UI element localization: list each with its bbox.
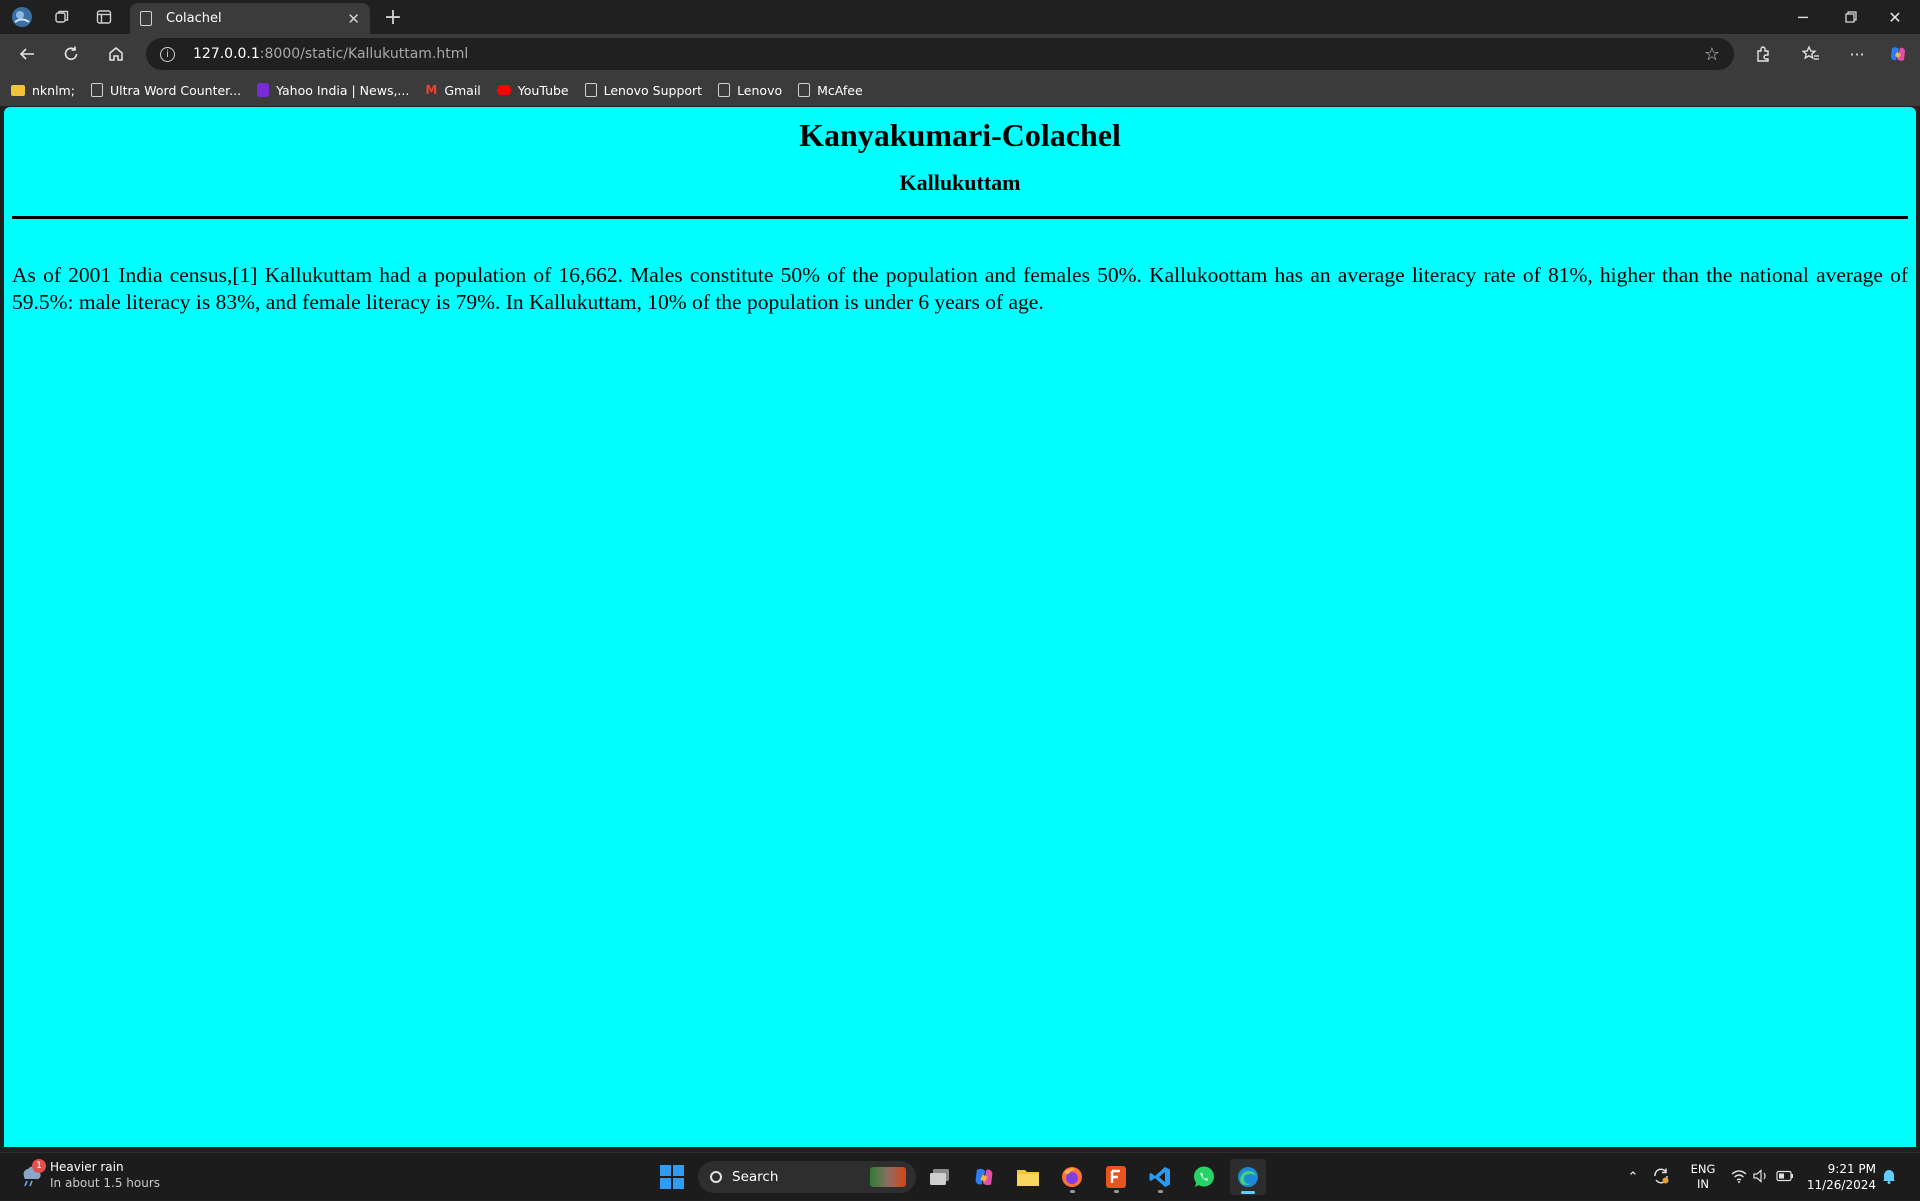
volume-icon[interactable] [1750, 1168, 1772, 1186]
browser-titlebar: Colachel ✕ + ─ ✕ [0, 0, 1920, 34]
search-icon [710, 1171, 722, 1183]
bookmark-yahoo[interactable]: Yahoo India | News,... [257, 83, 409, 98]
copilot-taskbar-icon[interactable] [966, 1159, 1002, 1195]
bookmark-label: Gmail [444, 82, 481, 98]
clock-date: 11/26/2024 [1806, 1178, 1876, 1192]
whatsapp-icon[interactable] [1186, 1159, 1222, 1195]
copilot-icon[interactable] [1883, 40, 1913, 68]
profile-avatar-icon[interactable] [10, 5, 34, 29]
bookmark-mcafee[interactable]: McAfee [798, 83, 863, 98]
favorites-icon[interactable] [1796, 40, 1826, 68]
weather-alert-badge: 1 [32, 1159, 46, 1173]
horizontal-rule [12, 216, 1908, 219]
vertical-tabs-icon[interactable] [92, 5, 116, 29]
page-icon [798, 83, 811, 97]
youtube-icon [496, 85, 511, 95]
weather-title: Heavier rain [50, 1160, 124, 1174]
new-tab-button[interactable]: + [380, 4, 406, 30]
favorite-star-icon[interactable]: ☆ [1704, 44, 1720, 65]
vscode-icon[interactable] [1142, 1159, 1178, 1195]
task-view-button[interactable] [922, 1159, 958, 1195]
bookmark-lenovo[interactable]: Lenovo [718, 83, 782, 98]
workspaces-icon[interactable] [50, 5, 74, 29]
bookmark-label: nknlm; [32, 82, 75, 98]
open-indicator [1069, 1190, 1075, 1193]
census-paragraph: As of 2001 India census,[1] Kallukuttam … [12, 263, 1908, 314]
bookmark-youtube[interactable]: YouTube [496, 82, 569, 98]
weather-widget[interactable]: 1 Heavier rain In about 1.5 hours [18, 1159, 160, 1191]
bookmark-label: Ultra Word Counter... [109, 82, 242, 98]
page-title: Kanyakumari-Colachel [799, 117, 1121, 153]
page-viewport: Kanyakumari-Colachel Kallukuttam As of 2… [4, 107, 1916, 1147]
windows-taskbar: 1 Heavier rain In about 1.5 hours Search [0, 1152, 1920, 1200]
bookmark-gmail[interactable]: M Gmail [425, 83, 480, 98]
start-button[interactable] [654, 1159, 690, 1195]
yahoo-icon [257, 83, 270, 97]
open-indicator [1113, 1190, 1119, 1193]
close-window-button[interactable]: ✕ [1872, 0, 1918, 34]
filezilla-icon[interactable] [1098, 1159, 1134, 1195]
url-path: :8000/static/Kallukuttam.html [259, 46, 469, 62]
bookmark-label: Yahoo India | News,... [276, 82, 410, 98]
restore-button[interactable] [1828, 0, 1874, 34]
input-language-indicator[interactable]: ENG IN [1678, 1162, 1728, 1192]
browser-toolbar: i 127.0.0.1:8000/static/Kallukuttam.html… [0, 34, 1920, 74]
weather-detail: In about 1.5 hours [50, 1176, 161, 1190]
page-icon [140, 11, 152, 26]
bookmark-label: McAfee [817, 82, 863, 98]
language-code: ENG [1690, 1162, 1716, 1176]
page-subtitle: Kallukuttam [899, 170, 1021, 195]
bookmark-ultra-word-counter[interactable]: Ultra Word Counter... [90, 82, 242, 98]
system-tray: ⌃ ENG IN 9:21 PM 11/26/2024 [1622, 1153, 1902, 1201]
reload-button[interactable] [56, 40, 86, 68]
bookmark-lenovo-support[interactable]: Lenovo Support [584, 82, 703, 98]
sync-icon[interactable] [1644, 1167, 1678, 1188]
bookmark-label: Lenovo [737, 82, 783, 98]
edge-browser-icon[interactable] [1230, 1159, 1266, 1195]
gmail-icon: M [425, 83, 438, 97]
minimize-button[interactable]: ─ [1780, 0, 1826, 34]
home-button[interactable] [101, 40, 131, 68]
page-icon [90, 83, 103, 97]
open-indicator [1157, 1190, 1163, 1193]
folder-icon [11, 84, 25, 96]
bookmark-label: YouTube [517, 82, 569, 98]
show-hidden-icons-chevron-icon[interactable]: ⌃ [1622, 1170, 1644, 1185]
active-indicator [1241, 1191, 1255, 1194]
file-explorer-icon[interactable] [1010, 1159, 1046, 1195]
back-button[interactable] [12, 40, 42, 68]
address-bar[interactable]: i 127.0.0.1:8000/static/Kallukuttam.html… [146, 38, 1734, 70]
taskbar-search[interactable]: Search [698, 1161, 916, 1193]
search-highlight-icon [870, 1167, 906, 1187]
site-info-icon[interactable]: i [160, 46, 175, 62]
clock-time: 9:21 PM [1827, 1162, 1876, 1176]
rain-cloud-icon: 1 [18, 1159, 46, 1188]
page-icon [718, 83, 731, 97]
wifi-icon[interactable] [1728, 1169, 1750, 1186]
tab-title: Colachel [166, 11, 222, 26]
bookmark-folder-nknlm[interactable]: nknlm; [11, 83, 75, 98]
battery-icon[interactable] [1772, 1170, 1798, 1185]
bookmark-label: Lenovo Support [603, 82, 703, 98]
firefox-icon[interactable] [1054, 1159, 1090, 1195]
browser-tab-active[interactable]: Colachel ✕ [130, 3, 370, 34]
url-host: 127.0.0.1 [193, 46, 260, 62]
page-icon [584, 83, 597, 97]
close-tab-icon[interactable]: ✕ [347, 10, 360, 28]
more-menu-icon[interactable]: ··· [1842, 40, 1872, 68]
extensions-icon[interactable] [1748, 40, 1778, 68]
notification-bell-icon[interactable] [1876, 1168, 1902, 1187]
bookmarks-bar: nknlm; Ultra Word Counter... Yahoo India… [0, 74, 1920, 106]
search-placeholder: Search [732, 1169, 779, 1185]
windows-logo-icon [660, 1165, 684, 1189]
region-code: IN [1697, 1177, 1709, 1191]
clock[interactable]: 9:21 PM 11/26/2024 [1798, 1161, 1876, 1193]
